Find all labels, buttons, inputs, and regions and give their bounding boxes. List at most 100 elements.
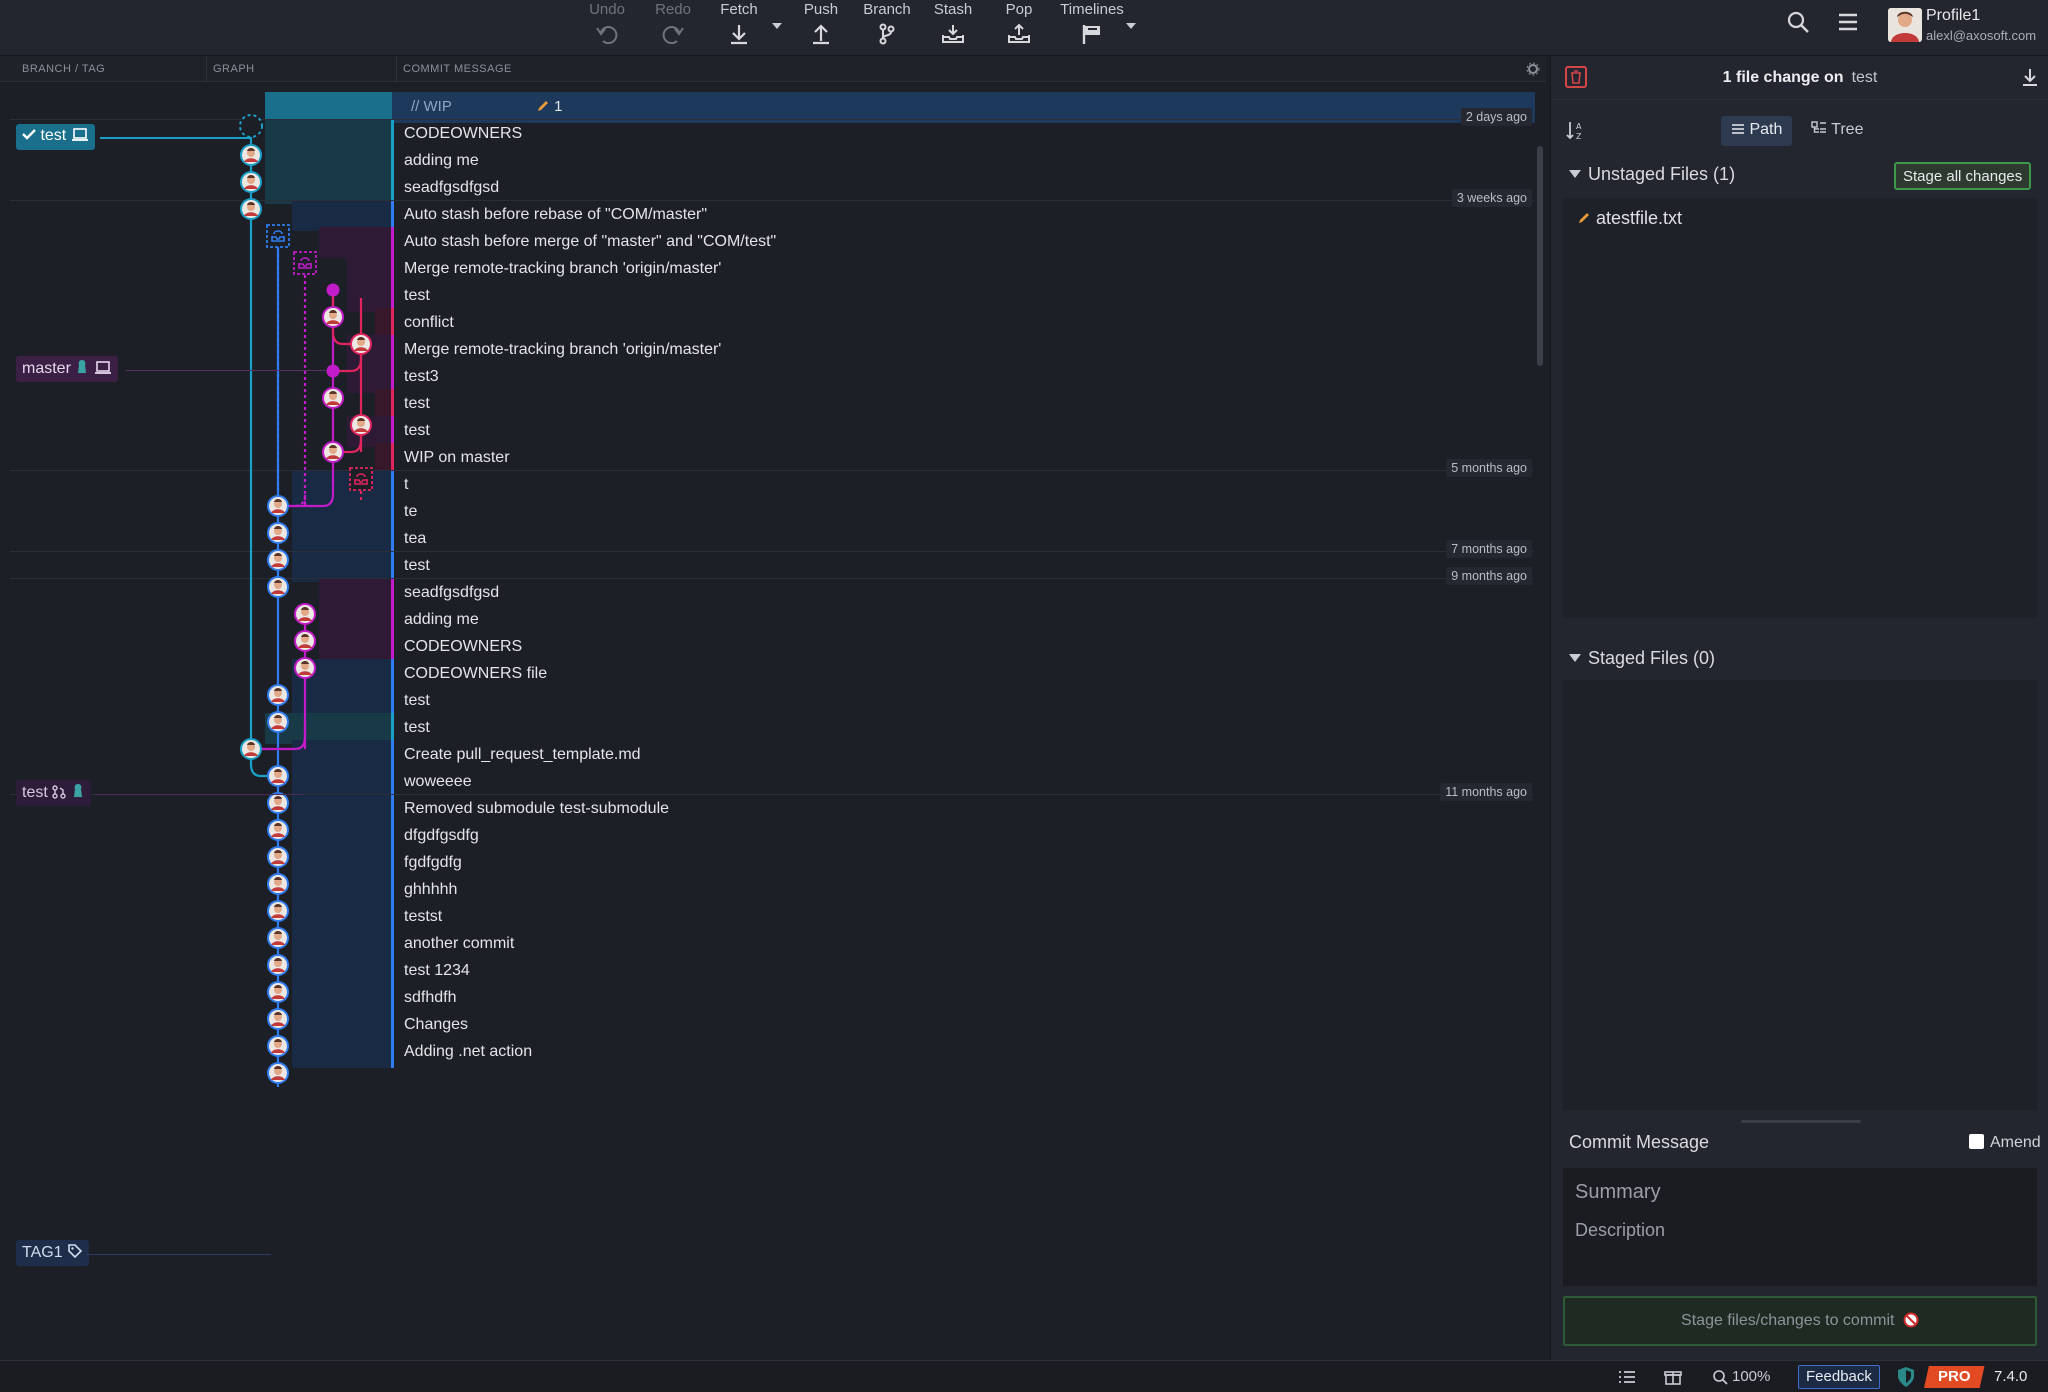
commit-avatar-node[interactable] (267, 792, 289, 814)
summary-input[interactable] (1575, 1178, 2025, 1206)
pop-button[interactable]: Pop (987, 0, 1051, 56)
commit-avatar-node[interactable] (267, 900, 289, 922)
commit-avatar-node[interactable] (267, 873, 289, 895)
flag-icon (1082, 25, 1100, 44)
commit-graph-pane: BRANCH / TAG GRAPH COMMIT MESSAGE // WIP… (0, 56, 1546, 1360)
stash-node-icon[interactable] (293, 251, 317, 275)
commit-avatar-node[interactable] (267, 819, 289, 841)
commit-avatar-node[interactable] (267, 711, 289, 733)
commit-message-column-header[interactable]: COMMIT MESSAGE (403, 63, 512, 75)
download-icon[interactable] (2021, 68, 2039, 88)
commit-button[interactable]: Stage files/changes to commit (1563, 1296, 2037, 1346)
list-view-icon[interactable] (1618, 1369, 1636, 1385)
commit-message: testst (404, 908, 443, 925)
commit-avatar-node[interactable] (267, 1062, 289, 1084)
branch-label-test-head[interactable]: test (16, 124, 95, 150)
commit-avatar-node[interactable] (267, 1035, 289, 1057)
unstaged-file-item[interactable]: atestfile.txt (1577, 208, 1682, 229)
redo-button[interactable]: Redo (641, 0, 705, 56)
commit-avatar-node[interactable] (267, 846, 289, 868)
commit-avatar-node[interactable] (240, 738, 262, 760)
redo-icon (662, 26, 684, 45)
commit-avatar-node[interactable] (267, 927, 289, 949)
branch-label-master[interactable]: master (16, 356, 118, 382)
commit-message: Removed submodule test-submodule (404, 800, 670, 817)
description-input[interactable] (1575, 1220, 2025, 1248)
graph-scrollbar[interactable] (1537, 146, 1543, 366)
fetch-button[interactable]: Fetch (707, 0, 771, 56)
commit-graph (239, 114, 373, 1087)
commit-avatar-node[interactable] (240, 198, 262, 220)
amend-checkbox[interactable]: Amend (1969, 1134, 2041, 1152)
commit-avatar-node[interactable] (294, 630, 316, 652)
timelines-dropdown-icon[interactable] (1124, 20, 1138, 32)
commit-avatar-node[interactable] (240, 171, 262, 193)
commit-message: test (404, 692, 430, 709)
commit-avatar-node[interactable] (267, 981, 289, 1003)
stage-all-button[interactable]: Stage all changes (1894, 162, 2032, 190)
main-toolbar: Undo Redo Fetch Push Branch Stash Pop Ti… (0, 0, 2048, 56)
commit-avatar-node[interactable] (350, 414, 372, 436)
shield-icon[interactable] (1896, 1366, 1916, 1388)
commit-avatar-node[interactable] (322, 441, 344, 463)
branch-button[interactable]: Branch (855, 0, 919, 56)
timestamp-divider: 2 days ago (1460, 108, 1532, 126)
caret-down-icon (1569, 654, 1581, 662)
commit-message: te (404, 503, 418, 520)
zoom-level[interactable]: 100% (1732, 1368, 1770, 1385)
commit-avatar-node[interactable] (294, 603, 316, 625)
timestamp-divider: 11 months ago (1440, 783, 1532, 801)
commit-message: tea (404, 530, 427, 547)
timelines-button[interactable]: Timelines (1060, 0, 1124, 56)
checkmark-icon (22, 129, 36, 140)
zoom-icon[interactable] (1712, 1369, 1728, 1385)
panel-resize-handle[interactable] (1741, 1120, 1861, 1123)
redo-label: Redo (655, 1, 691, 18)
stash-node-icon[interactable] (349, 467, 373, 491)
pro-badge[interactable]: PRO (1924, 1366, 1985, 1388)
sort-icon[interactable]: AZ (1565, 119, 1587, 141)
fetch-dropdown-icon[interactable] (770, 20, 784, 32)
commit-message: CODEOWNERS (404, 638, 523, 655)
undo-button[interactable]: Undo (575, 0, 639, 56)
not-allowed-icon (1903, 1312, 1919, 1328)
wip-node[interactable] (239, 114, 263, 138)
stash-button[interactable]: Stash (921, 0, 985, 56)
merge-node[interactable] (326, 364, 340, 378)
commit-avatar-node[interactable] (267, 765, 289, 787)
unstaged-files-header[interactable]: Unstaged Files (1) (1569, 164, 1735, 185)
profile-switcher[interactable]: Profile1 alexl@axosoft.com (1888, 6, 2048, 50)
commit-avatar-node[interactable] (350, 333, 372, 355)
gear-icon[interactable] (1526, 62, 1540, 76)
commit-message: test3 (404, 368, 439, 385)
timelines-label: Timelines (1060, 1, 1124, 18)
push-button[interactable]: Push (789, 0, 853, 56)
merge-node[interactable] (326, 283, 340, 297)
commit-avatar-node[interactable] (294, 657, 316, 679)
commit-avatar-node[interactable] (322, 306, 344, 328)
commit-avatar-node[interactable] (267, 549, 289, 571)
commit-avatar-node[interactable] (267, 684, 289, 706)
search-icon[interactable] (1786, 10, 1810, 34)
list-icon (1732, 124, 1744, 134)
timestamp-divider: 3 weeks ago (1451, 189, 1532, 207)
commit-avatar-node[interactable] (322, 387, 344, 409)
commit-avatar-node[interactable] (267, 576, 289, 598)
commit-message: woweeee (404, 773, 472, 790)
commit-avatar-node[interactable] (240, 144, 262, 166)
staged-files-header[interactable]: Staged Files (0) (1569, 648, 1715, 669)
path-view-button[interactable]: Path (1721, 116, 1793, 146)
commit-avatar-node[interactable] (267, 495, 289, 517)
commit-message: Auto stash before merge of "master" and … (404, 233, 777, 250)
tree-view-button[interactable]: Tree (1801, 116, 1873, 146)
tag-label-tag1[interactable]: TAG1 (16, 1240, 90, 1266)
amend-checkbox-box[interactable] (1969, 1134, 1984, 1149)
feedback-button[interactable]: Feedback (1798, 1365, 1880, 1389)
branch-label-test-remote[interactable]: test (16, 780, 91, 806)
hamburger-menu-icon[interactable] (1836, 10, 1860, 34)
commit-avatar-node[interactable] (267, 954, 289, 976)
gift-icon[interactable] (1664, 1368, 1682, 1386)
commit-avatar-node[interactable] (267, 1008, 289, 1030)
stash-node-icon[interactable] (266, 224, 290, 248)
commit-avatar-node[interactable] (267, 522, 289, 544)
